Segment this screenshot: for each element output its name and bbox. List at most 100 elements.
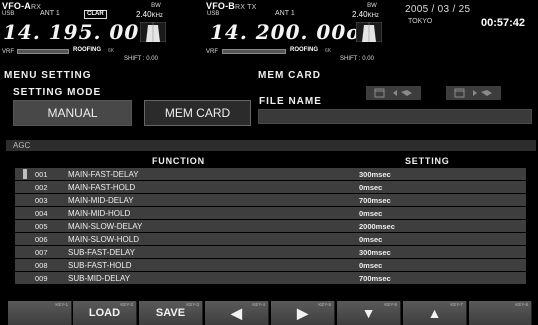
vfo-b-bw-value: 2.40KHz bbox=[352, 10, 379, 19]
row-setting: 700msec bbox=[359, 195, 391, 205]
vfo-b-antenna: ANT 1 bbox=[275, 10, 295, 17]
right-arrow-button[interactable]: KEY-5 ▶ bbox=[271, 301, 335, 325]
table-row[interactable]: 009 SUB-MID-DELAY 700msec bbox=[15, 272, 526, 284]
selected-row-marker bbox=[23, 169, 27, 179]
vfo-a-vrf-bar bbox=[17, 49, 69, 54]
save-text: SAVE bbox=[155, 307, 186, 319]
row-setting: 0msec bbox=[359, 182, 383, 192]
row-number: 002 bbox=[35, 182, 48, 192]
vfo-a-roofing-sub: 6K bbox=[108, 48, 115, 54]
row-function: MAIN-SLOW-HOLD bbox=[68, 234, 139, 244]
vfo-a-bw-label: BW bbox=[151, 3, 161, 9]
table-row[interactable]: 001 MAIN-FAST-DELAY 300msec bbox=[15, 168, 526, 180]
row-number: 007 bbox=[35, 247, 48, 257]
key-7-label: KEY-7 bbox=[450, 302, 463, 307]
vfo-b-bandwidth-shape-icon bbox=[356, 22, 382, 42]
row-number: 003 bbox=[35, 195, 48, 205]
row-function: SUB-MID-DELAY bbox=[68, 273, 131, 283]
table-row[interactable]: 004 MAIN-MID-HOLD 0msec bbox=[15, 207, 526, 219]
row-number: 006 bbox=[35, 234, 48, 244]
row-number: 009 bbox=[35, 273, 48, 283]
location-display: TOKYO bbox=[408, 18, 433, 25]
key-8-button[interactable]: KEY-8 bbox=[469, 301, 532, 325]
vfo-b-bw-label: BW bbox=[367, 3, 377, 9]
vfo-b-vrf-label: VRF bbox=[206, 49, 218, 55]
table-row[interactable]: 005 MAIN-SLOW-DELAY 2000msec bbox=[15, 220, 526, 232]
card-save-nav-button[interactable] bbox=[446, 86, 501, 100]
row-number: 001 bbox=[35, 169, 48, 179]
row-function: MAIN-MID-HOLD bbox=[68, 208, 131, 218]
row-number: 008 bbox=[35, 260, 48, 270]
soft-key-bar: KEY-1 KEY-2 LOAD KEY-3 SAVE KEY-4 ◀ KEY-5 ▶ … bbox=[0, 301, 538, 325]
vfo-b-roofing-sub: 6K bbox=[325, 48, 332, 54]
card-right-arrow-icon bbox=[454, 88, 492, 98]
row-setting: 0msec bbox=[359, 260, 383, 270]
menu-table: 001 MAIN-FAST-DELAY 300msec 002 MAIN-FAST-H… bbox=[15, 168, 526, 285]
file-name-label: FILE NAME bbox=[259, 96, 322, 107]
load-button[interactable]: KEY-2 LOAD bbox=[73, 301, 137, 325]
load-text: LOAD bbox=[88, 307, 121, 319]
vfo-a-shift: SHIFT : 0.00 bbox=[124, 56, 158, 62]
up-arrow-button[interactable]: KEY-7 ▲ bbox=[403, 301, 467, 325]
vfo-a-bw-value: 2.40KHz bbox=[136, 10, 163, 19]
setting-column-header: SETTING bbox=[405, 156, 450, 166]
table-row[interactable]: 002 MAIN-FAST-HOLD 0msec bbox=[15, 181, 526, 193]
vfo-a-roofing-label: ROOFING bbox=[73, 47, 101, 53]
row-number: 004 bbox=[35, 208, 48, 218]
row-setting: 0msec bbox=[359, 208, 383, 218]
up-arrow-icon: ▲ bbox=[427, 305, 442, 321]
setting-mode-label: SETTING MODE bbox=[13, 87, 102, 98]
save-button[interactable]: KEY-3 SAVE bbox=[139, 301, 203, 325]
row-setting: 300msec bbox=[359, 247, 391, 257]
key-1-label: KEY-1 bbox=[55, 302, 68, 307]
function-column-header: FUNCTION bbox=[152, 156, 205, 166]
vfo-a-bandwidth-shape-icon bbox=[140, 22, 166, 42]
row-setting: 700msec bbox=[359, 273, 391, 283]
vfo-b-vrf-bar bbox=[222, 49, 286, 54]
manual-mode-button[interactable]: MANUAL bbox=[13, 100, 132, 126]
vfo-b-roofing-label: ROOFING bbox=[290, 47, 318, 53]
table-row[interactable]: 008 SUB-FAST-HOLD 0msec bbox=[15, 259, 526, 271]
key-4-label: KEY-4 bbox=[252, 302, 265, 307]
table-row[interactable]: 006 MAIN-SLOW-HOLD 0msec bbox=[15, 233, 526, 245]
vfo-b-frequency: 14. 200. 00o bbox=[210, 20, 361, 44]
key-8-label: KEY-8 bbox=[515, 302, 528, 307]
card-load-nav-button[interactable] bbox=[366, 86, 421, 100]
down-arrow-icon: ▼ bbox=[361, 305, 376, 321]
key-1-button[interactable]: KEY-1 bbox=[8, 301, 72, 325]
vfo-header: VFO-ARX USB ANT 1 CLAR BW 2.40KHz 14. 19… bbox=[0, 0, 538, 62]
row-function: MAIN-FAST-HOLD bbox=[68, 182, 136, 192]
left-arrow-button[interactable]: KEY-4 ◀ bbox=[205, 301, 269, 325]
row-function: MAIN-SLOW-DELAY bbox=[68, 221, 143, 231]
row-function: SUB-FAST-HOLD bbox=[68, 260, 132, 270]
vfo-b-source: USB bbox=[207, 11, 220, 17]
row-setting: 2000msec bbox=[359, 221, 395, 231]
vfo-a-frequency: 14. 195. 00o bbox=[3, 20, 154, 44]
vfo-a-antenna: ANT 1 bbox=[40, 10, 60, 17]
row-setting: 0msec bbox=[359, 234, 383, 244]
left-arrow-icon: ◀ bbox=[231, 304, 242, 321]
vfo-a-source: USB bbox=[2, 11, 15, 17]
memcard-mode-button[interactable]: MEM CARD bbox=[144, 100, 251, 126]
vfo-b-label: VFO-BRX TX bbox=[206, 1, 257, 11]
row-function: SUB-FAST-DELAY bbox=[68, 247, 135, 257]
key-5-label: KEY-5 bbox=[318, 302, 331, 307]
clar-indicator: CLAR bbox=[84, 10, 107, 19]
key-6-label: KEY-6 bbox=[384, 302, 397, 307]
table-row[interactable]: 007 SUB-FAST-DELAY 300msec bbox=[15, 246, 526, 258]
row-setting: 300msec bbox=[359, 169, 391, 179]
right-arrow-icon: ▶ bbox=[297, 304, 308, 321]
row-number: 005 bbox=[35, 221, 48, 231]
key-3-label: KEY-3 bbox=[186, 302, 199, 307]
clock-display: 00:57:42 bbox=[481, 17, 526, 29]
vfo-a-label: VFO-ARX bbox=[2, 1, 42, 11]
file-name-field[interactable] bbox=[258, 109, 532, 124]
menu-setting-title: MENU SETTING bbox=[4, 70, 92, 81]
table-row[interactable]: 003 MAIN-MID-DELAY 700msec bbox=[15, 194, 526, 206]
memcard-title: MEM CARD bbox=[258, 70, 321, 81]
agc-category-header: AGC bbox=[6, 140, 536, 151]
vfo-a-vrf-label: VRF bbox=[2, 49, 14, 55]
down-arrow-button[interactable]: KEY-6 ▼ bbox=[337, 301, 401, 325]
row-function: MAIN-FAST-DELAY bbox=[68, 169, 139, 179]
date-display: 2005 / 03 / 25 bbox=[405, 4, 471, 15]
